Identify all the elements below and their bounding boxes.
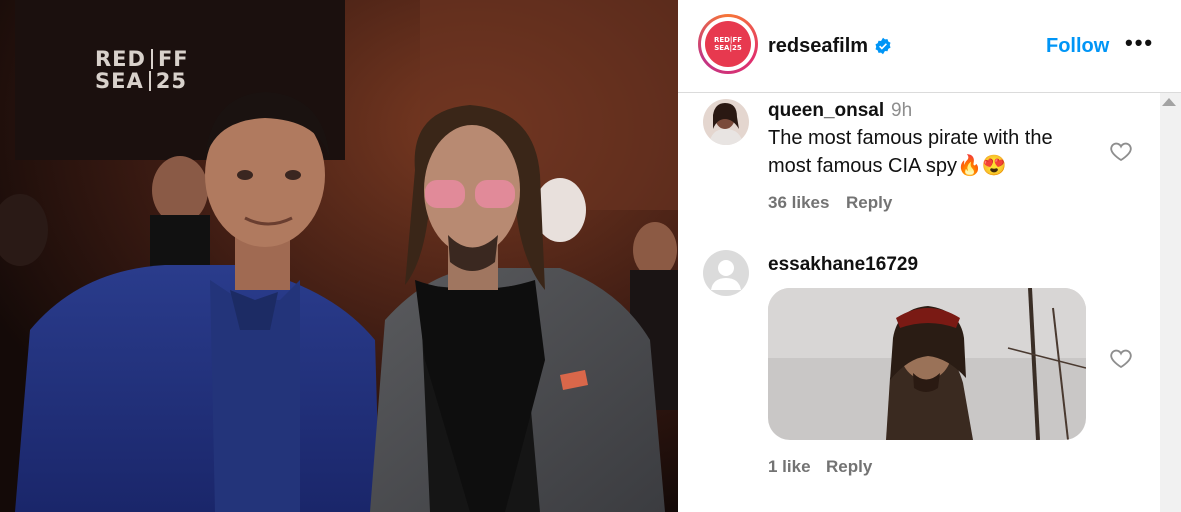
- comments-scrollbar[interactable]: [1160, 93, 1181, 512]
- account-avatar[interactable]: RED|FF SEA|25: [698, 14, 758, 74]
- account-username[interactable]: redseafilm: [768, 35, 868, 58]
- comment-text: The most famous pirate with the most fam…: [768, 127, 1053, 177]
- scroll-up-icon[interactable]: [1162, 98, 1176, 106]
- more-icon[interactable]: •••: [1125, 30, 1154, 56]
- default-avatar-icon[interactable]: [703, 250, 749, 296]
- watermark-text: RED: [95, 47, 146, 71]
- post-photo: RED FF SEA 25: [0, 0, 678, 512]
- comments-list: queen_onsal 9h The most famous pirate wi…: [678, 93, 1181, 512]
- watermark-text: SEA: [95, 69, 144, 93]
- watermark-divider: [150, 49, 153, 69]
- heart-icon[interactable]: [1109, 347, 1133, 371]
- avatar-logo: RED|FF SEA|25: [705, 21, 751, 67]
- comment-gif[interactable]: [768, 288, 1086, 440]
- reply-button[interactable]: Reply: [846, 193, 892, 213]
- heart-icon[interactable]: [1109, 140, 1133, 164]
- post-header: RED|FF SEA|25 redseafilm Follow •••: [678, 0, 1181, 93]
- watermark-text: FF: [157, 47, 189, 71]
- post-side-panel: RED|FF SEA|25 redseafilm Follow ••• quee…: [678, 0, 1181, 512]
- commenter-avatar[interactable]: [703, 99, 749, 145]
- reply-button[interactable]: Reply: [826, 457, 872, 477]
- watermark-divider: [148, 71, 151, 91]
- comment-likes[interactable]: 36 likes: [768, 193, 829, 213]
- comment-username[interactable]: essakhane16729: [768, 254, 918, 276]
- comment-time: 9h: [891, 100, 913, 121]
- verified-badge-icon: [875, 37, 891, 55]
- festival-watermark: RED FF SEA 25: [95, 48, 189, 92]
- follow-button[interactable]: Follow: [1046, 35, 1109, 58]
- comment-username[interactable]: queen_onsal: [768, 100, 884, 122]
- watermark-text: 25: [155, 69, 187, 93]
- comment-likes[interactable]: 1 like: [768, 457, 811, 477]
